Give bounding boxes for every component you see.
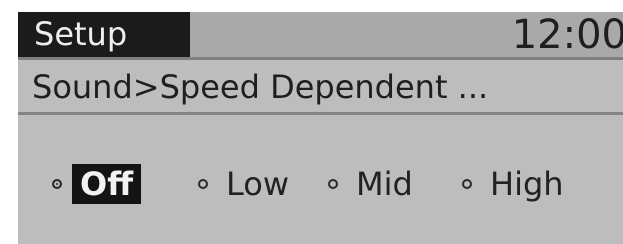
option-label: Low xyxy=(226,165,290,203)
option-label: Mid xyxy=(356,165,413,203)
option-label: High xyxy=(490,165,564,203)
option-mid[interactable]: Mid xyxy=(328,160,421,208)
header-bar: Setup 12:00 xyxy=(18,12,623,58)
radio-circle-icon xyxy=(328,179,338,189)
header-divider xyxy=(18,57,623,60)
option-off[interactable]: Off xyxy=(52,160,142,208)
option-high[interactable]: High xyxy=(462,160,572,208)
option-label: Off xyxy=(72,164,142,204)
clock-display: 12:00 xyxy=(511,12,623,58)
setup-screen: Setup 12:00 Sound>Speed Dependent ... Of… xyxy=(18,12,623,244)
radio-circle-icon xyxy=(462,179,472,189)
radio-dot-icon xyxy=(52,179,62,189)
mode-title: Setup xyxy=(18,12,190,57)
option-low[interactable]: Low xyxy=(198,160,297,208)
breadcrumb-divider xyxy=(18,112,623,115)
breadcrumb: Sound>Speed Dependent ... xyxy=(32,68,489,106)
radio-circle-icon xyxy=(198,179,208,189)
